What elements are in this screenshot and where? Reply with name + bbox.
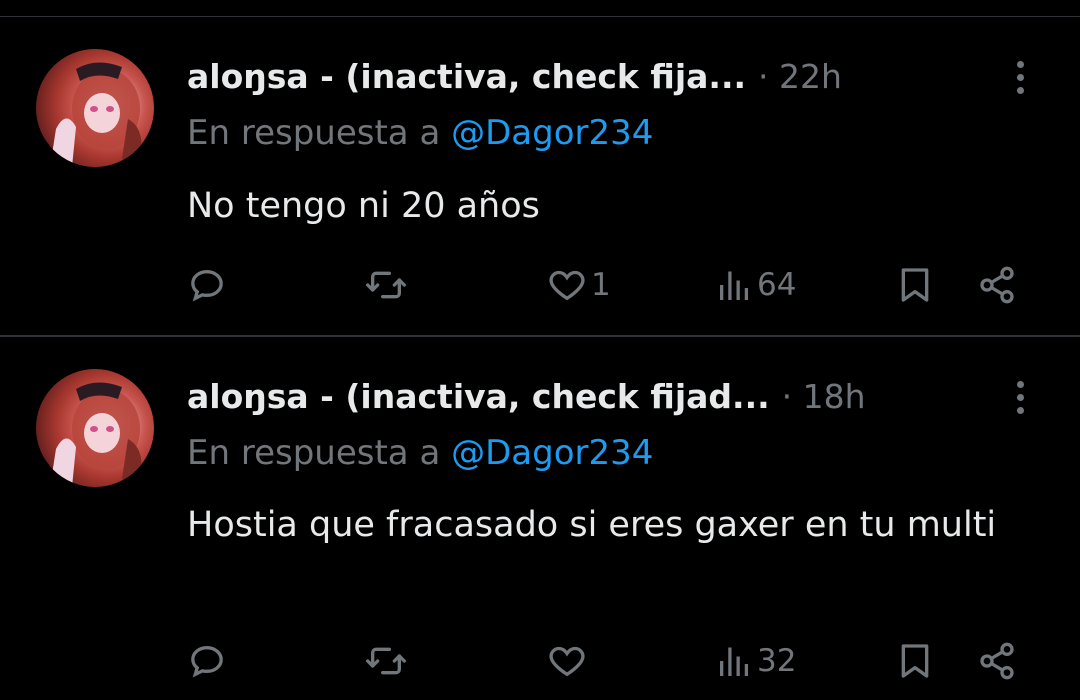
tweet[interactable]: aloŋsa - (inactiva, check fija... · 22h E… <box>0 17 1080 335</box>
views-icon <box>720 271 749 300</box>
avatar[interactable] <box>36 369 154 487</box>
like-button[interactable]: 1 <box>547 261 611 309</box>
retweet-icon <box>366 647 406 675</box>
action-bar: 32 <box>187 637 1037 685</box>
reply-icon <box>191 645 223 678</box>
heart-icon <box>549 270 585 301</box>
retweet-button[interactable] <box>364 261 408 309</box>
share-button[interactable] <box>977 637 1017 685</box>
reply-prefix: En respuesta a <box>187 433 441 473</box>
timestamp[interactable]: · 18h <box>782 373 866 421</box>
reply-button[interactable] <box>187 261 227 309</box>
timestamp[interactable]: · 22h <box>758 53 842 101</box>
bookmark-icon <box>901 268 929 302</box>
share-button[interactable] <box>977 261 1017 309</box>
views-button[interactable]: 32 <box>717 637 796 685</box>
views-count: 32 <box>757 643 797 679</box>
reply-context: En respuesta a @Dagor234 <box>187 429 653 477</box>
bookmark-button[interactable] <box>895 637 935 685</box>
views-button[interactable]: 64 <box>717 261 796 309</box>
avatar[interactable] <box>36 49 154 167</box>
tweet-text: Hostia que fracasado si eres gaxer en tu… <box>187 505 997 545</box>
action-bar: 1 64 <box>187 261 1037 309</box>
share-icon <box>980 266 1014 304</box>
reply-mention-link[interactable]: @Dagor234 <box>451 113 653 153</box>
reply-button[interactable] <box>187 637 227 685</box>
bookmark-icon <box>901 644 929 678</box>
reply-context: En respuesta a @Dagor234 <box>187 109 653 157</box>
reply-icon <box>191 269 223 302</box>
author-name[interactable]: aloŋsa - (inactiva, check fija... <box>187 53 746 101</box>
reply-mention-link[interactable]: @Dagor234 <box>451 433 653 473</box>
author-row: aloŋsa - (inactiva, check fija... · 22h <box>187 53 1047 101</box>
share-icon <box>980 642 1014 680</box>
tweet-text: No tengo ni 20 años <box>187 186 540 226</box>
more-options-icon[interactable] <box>1002 55 1038 99</box>
author-row: aloŋsa - (inactiva, check fijad... · 18h <box>187 373 1047 421</box>
bookmark-button[interactable] <box>895 261 935 309</box>
like-button[interactable] <box>547 637 591 685</box>
reply-prefix: En respuesta a <box>187 113 441 153</box>
author-name[interactable]: aloŋsa - (inactiva, check fijad... <box>187 373 770 421</box>
views-icon <box>720 647 749 676</box>
retweet-button[interactable] <box>364 637 408 685</box>
views-count: 64 <box>757 267 797 303</box>
tweet[interactable]: aloŋsa - (inactiva, check fijad... · 18h … <box>0 337 1080 700</box>
more-options-icon[interactable] <box>1002 375 1038 419</box>
retweet-icon <box>366 271 406 299</box>
like-count: 1 <box>591 267 611 303</box>
heart-icon <box>549 646 585 677</box>
